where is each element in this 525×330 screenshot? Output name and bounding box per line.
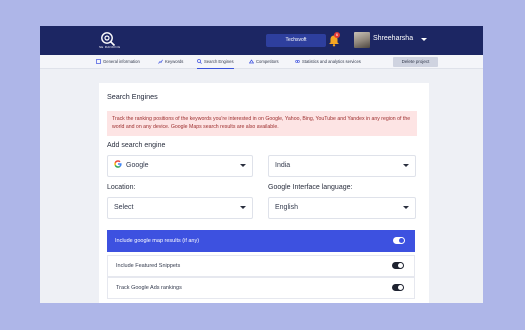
language-label: Google Interface language: — [268, 184, 353, 191]
option-google-map-results[interactable]: Include google map results (if any) — [107, 230, 415, 252]
search-engine-value: Google — [126, 162, 149, 169]
chart-icon — [158, 59, 163, 64]
tab-statistics[interactable]: Statistics and analytics services — [295, 55, 361, 69]
language-select[interactable]: English — [268, 197, 416, 219]
google-ads-toggle[interactable] — [392, 284, 404, 291]
tab-general-information[interactable]: General information — [96, 55, 140, 69]
project-tabs: General information Keywords Search Engi… — [40, 55, 483, 69]
tab-competitors[interactable]: Competitors — [249, 55, 279, 69]
google-map-results-toggle[interactable] — [393, 237, 405, 244]
tab-keywords[interactable]: Keywords — [158, 55, 183, 69]
featured-snippets-toggle[interactable] — [392, 262, 404, 269]
chevron-down-icon — [403, 164, 409, 167]
chevron-down-icon — [403, 206, 409, 209]
chevron-down-icon — [240, 164, 246, 167]
avatar[interactable] — [354, 32, 370, 48]
language-value: English — [275, 204, 298, 211]
search-engines-card: Search Engines Track the ranking positio… — [99, 83, 429, 303]
tab-label: Search Engines — [204, 59, 234, 64]
location-label: Location: — [107, 184, 136, 191]
google-icon — [114, 160, 122, 168]
chevron-down-icon[interactable] — [421, 38, 427, 41]
link-icon — [295, 60, 300, 63]
competitors-icon — [249, 59, 254, 64]
country-select[interactable]: India — [268, 155, 416, 177]
username[interactable]: Shreeharsha — [373, 35, 413, 42]
option-label: Include Featured Snippets — [116, 263, 181, 269]
top-navbar: SE RANKING Techsvoft 6 Shreeharsha — [40, 26, 483, 55]
info-icon — [96, 59, 101, 64]
country-value: India — [275, 162, 291, 169]
chevron-down-icon — [240, 206, 246, 209]
option-label: Track Google Ads rankings — [116, 285, 182, 291]
notification-badge: 6 — [334, 32, 340, 38]
add-search-engine-label: Add search engine — [107, 142, 166, 149]
tab-label: Keywords — [165, 59, 184, 64]
location-select[interactable]: Select — [107, 197, 253, 219]
search-icon — [197, 59, 202, 64]
company-button[interactable]: Techsvoft — [266, 34, 326, 47]
logo-text: SE RANKING — [99, 45, 121, 49]
tab-search-engines[interactable]: Search Engines — [197, 55, 234, 69]
tab-label: Competitors — [256, 59, 279, 64]
search-engine-select[interactable]: Google — [107, 155, 253, 177]
tab-label: Statistics and analytics services — [302, 59, 361, 64]
page-title: Search Engines — [107, 92, 158, 101]
info-alert: Track the ranking positions of the keywo… — [107, 111, 417, 136]
location-value: Select — [114, 204, 134, 211]
option-label: Include google map results (if any) — [115, 238, 200, 244]
delete-project-button[interactable]: Delete project — [393, 57, 438, 67]
option-google-ads[interactable]: Track Google Ads rankings — [107, 277, 415, 299]
app-frame: SE RANKING Techsvoft 6 Shreeharsha Gener… — [40, 26, 483, 303]
option-featured-snippets[interactable]: Include Featured Snippets — [107, 255, 415, 277]
tab-label: General information — [103, 59, 140, 64]
